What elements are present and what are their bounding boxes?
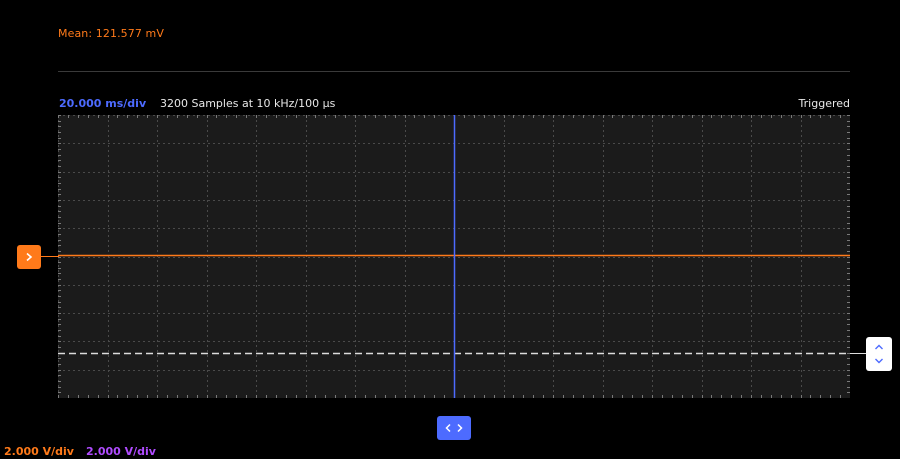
waveform-plot[interactable] — [58, 115, 851, 399]
ch2-scale[interactable]: 2.000 V/div — [86, 445, 156, 458]
chevron-right-icon — [26, 252, 33, 262]
chevron-up-down-icon — [875, 344, 883, 364]
chevron-left-right-icon — [445, 423, 463, 433]
oscilloscope-view: Mean: 121.577 mV 20.000 ms/div 3200 Samp… — [0, 0, 900, 459]
sample-info: 3200 Samples at 10 kHz/100 µs — [160, 97, 336, 110]
mean-measurement: Mean: 121.577 mV — [58, 27, 164, 40]
time-position-handle[interactable] — [437, 416, 471, 440]
plot-grid — [58, 115, 851, 399]
trigger-level-lead — [850, 353, 866, 354]
timebase-label[interactable]: 20.000 ms/div — [59, 97, 146, 110]
trigger-level-handle[interactable] — [866, 337, 892, 371]
ch1-marker-lead — [41, 256, 59, 257]
trigger-status: Triggered — [798, 97, 850, 110]
ch1-scale[interactable]: 2.000 V/div — [4, 445, 74, 458]
divider — [58, 71, 850, 72]
ch1-offset-marker[interactable] — [17, 245, 41, 269]
